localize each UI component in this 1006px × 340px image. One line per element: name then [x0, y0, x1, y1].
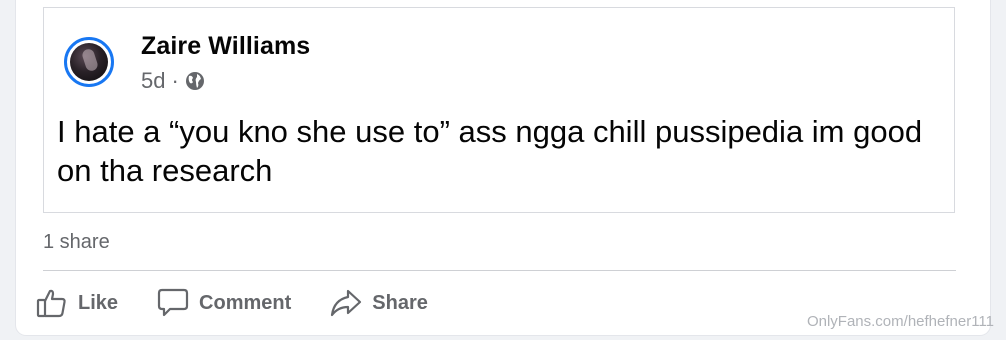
globe-icon[interactable]: [185, 71, 205, 91]
comment-icon: [156, 286, 190, 320]
post-text: I hate a “you kno she use to” ass ngga c…: [57, 114, 923, 188]
action-bar: Like Comment Share: [35, 284, 466, 322]
post-time[interactable]: 5d: [141, 68, 165, 94]
share-label: Share: [372, 291, 428, 314]
avatar[interactable]: [64, 37, 114, 87]
watermark: OnlyFans.com/hefhefner111: [806, 313, 994, 330]
author-name[interactable]: Zaire Williams: [141, 32, 310, 61]
share-icon: [329, 286, 363, 320]
share-button[interactable]: Share: [329, 286, 428, 320]
post-meta: 5d ·: [141, 68, 205, 94]
comment-button[interactable]: Comment: [156, 286, 291, 320]
avatar-image: [70, 43, 108, 81]
meta-separator: ·: [171, 68, 179, 93]
like-button[interactable]: Like: [35, 286, 118, 320]
comment-label: Comment: [199, 291, 292, 314]
share-count[interactable]: 1 share: [43, 231, 110, 254]
divider: [43, 270, 956, 271]
like-label: Like: [78, 291, 119, 314]
shared-post[interactable]: Zaire Williams 5d · I hate a “you kno sh…: [43, 7, 955, 213]
thumbs-up-icon: [35, 286, 69, 320]
